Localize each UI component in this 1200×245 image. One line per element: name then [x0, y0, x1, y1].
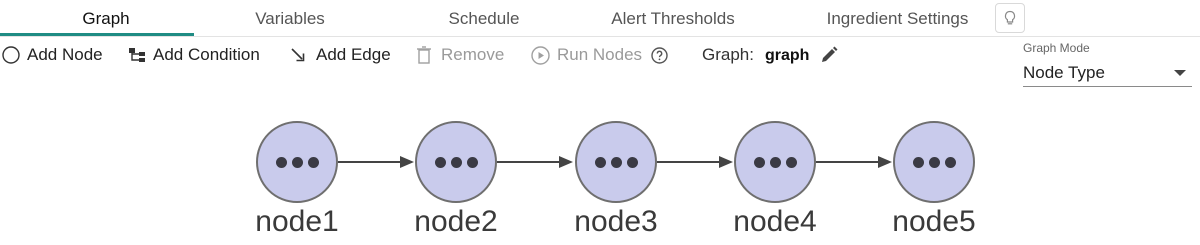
ellipsis-dot — [912, 156, 924, 168]
remove-label: Remove — [441, 45, 505, 64]
ellipsis-dot — [594, 156, 606, 168]
graph-node-2[interactable] — [415, 121, 497, 203]
ellipsis-dot — [753, 156, 765, 168]
ellipsis-dot — [434, 156, 446, 168]
tab-graph[interactable]: Graph — [20, 0, 192, 36]
tips-button[interactable] — [995, 3, 1025, 33]
arrowhead-icon — [719, 156, 733, 168]
tab-ingredient-settings[interactable]: Ingredient Settings — [800, 0, 995, 36]
graph-node-3[interactable] — [575, 121, 657, 203]
graph-node-4[interactable] — [734, 121, 816, 203]
pencil-icon[interactable] — [819, 45, 839, 65]
add-node-label: Add Node — [27, 45, 103, 64]
ellipsis-dot — [610, 156, 622, 168]
help-icon[interactable] — [651, 46, 668, 64]
edge-line[interactable] — [497, 161, 561, 163]
run-nodes-label: Run Nodes — [557, 45, 643, 64]
ellipsis-dot — [307, 156, 319, 168]
ellipsis-dot — [928, 156, 940, 168]
arrowhead-icon — [878, 156, 892, 168]
add-edge-label: Add Edge — [316, 45, 391, 64]
tree-icon — [128, 47, 146, 63]
edge-line[interactable] — [338, 161, 402, 163]
add-node-button[interactable]: Add Node — [2, 38, 103, 72]
edge-line[interactable] — [657, 161, 721, 163]
edge-line[interactable] — [816, 161, 880, 163]
add-condition-label: Add Condition — [153, 45, 260, 64]
add-condition-button[interactable]: Add Condition — [128, 38, 260, 72]
graph-mode-label: Graph Mode — [1023, 41, 1090, 55]
tab-variables[interactable]: Variables — [200, 0, 380, 36]
trash-icon — [417, 46, 431, 64]
graph-node-1[interactable] — [256, 121, 338, 203]
ellipsis-dot — [944, 156, 956, 168]
node-label: node3 — [574, 205, 658, 238]
arrowhead-icon — [559, 156, 573, 168]
node-label: node5 — [892, 205, 976, 238]
ellipsis-dot — [466, 156, 478, 168]
tabs-divider — [0, 36, 1200, 37]
graph-canvas[interactable]: node1 node2 node3 node4 node5 — [0, 95, 1200, 245]
ellipsis-dot — [769, 156, 781, 168]
arrow-down-right-icon — [290, 47, 306, 63]
circle-icon — [2, 46, 20, 64]
tab-bar: Graph Variables Schedule Alert Threshold… — [0, 0, 1200, 36]
remove-button[interactable]: Remove — [417, 38, 504, 72]
ellipsis-dot — [450, 156, 462, 168]
play-circle-icon — [531, 45, 550, 65]
node-label: node2 — [414, 205, 498, 238]
ellipsis-dot — [291, 156, 303, 168]
graph-toolbar: Add Node Add Condition Add Edge Remove R… — [0, 38, 1200, 72]
tab-alert-thresholds[interactable]: Alert Thresholds — [583, 0, 763, 36]
ellipsis-dot — [785, 156, 797, 168]
add-edge-button[interactable]: Add Edge — [290, 38, 391, 72]
node-label: node1 — [255, 205, 339, 238]
tab-schedule[interactable]: Schedule — [394, 0, 574, 36]
graph-mode-select[interactable]: Node Type — [1023, 58, 1192, 87]
caret-down-icon — [1174, 70, 1186, 76]
graph-name-value: graph — [765, 47, 810, 64]
arrowhead-icon — [400, 156, 414, 168]
ellipsis-dot — [626, 156, 638, 168]
ellipsis-dot — [275, 156, 287, 168]
node-label: node4 — [733, 205, 817, 238]
graph-node-5[interactable] — [893, 121, 975, 203]
graph-mode-value: Node Type — [1023, 63, 1105, 82]
lightbulb-icon — [1004, 10, 1016, 25]
run-nodes-button[interactable]: Run Nodes — [531, 38, 668, 72]
graph-name-label: Graph: — [702, 45, 754, 64]
